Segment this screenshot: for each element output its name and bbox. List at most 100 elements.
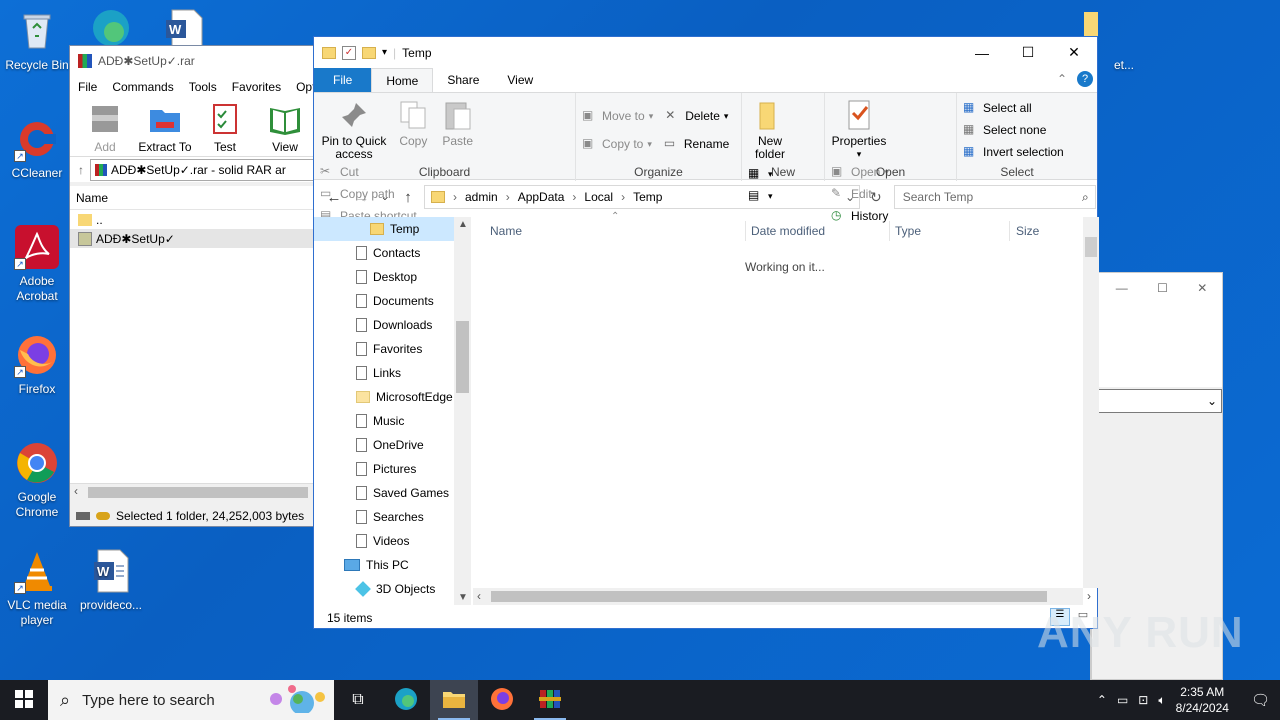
help-icon[interactable]: ? xyxy=(1077,71,1093,87)
close-icon[interactable]: ✕ xyxy=(1197,281,1207,295)
list-item[interactable]: ADĐ✱SetUp✓ xyxy=(70,229,318,248)
horizontal-scrollbar[interactable]: ‹ xyxy=(70,483,318,500)
column-header-size[interactable]: Size xyxy=(1016,224,1039,238)
breadcrumb-local[interactable]: Local xyxy=(584,190,613,204)
notifications-icon[interactable]: 🗨︎ xyxy=(1251,691,1270,709)
invert-selection-button[interactable]: ▦ Invert selection xyxy=(963,141,1071,163)
select-all-button[interactable]: ▦ Select all xyxy=(963,97,1071,119)
edit-button[interactable]: ✎ Edit xyxy=(831,183,889,205)
nav-item-desktop[interactable]: Desktop xyxy=(314,265,471,289)
horizontal-scrollbar[interactable]: ‹ › xyxy=(473,588,1091,605)
address-bar[interactable]: › admin › AppData › Local › Temp ⌄ xyxy=(424,185,860,209)
paste-button[interactable]: Paste xyxy=(439,97,477,148)
chevron-left-icon[interactable]: ‹ xyxy=(477,589,481,603)
desktop-icon-adobe-acrobat[interactable]: ↗ Adobe Acrobat xyxy=(0,224,74,304)
pin-to-quick-access-button[interactable]: Pin to Quick access xyxy=(320,97,388,161)
column-header-type[interactable]: Type xyxy=(895,224,921,238)
taskbar-firefox-button[interactable] xyxy=(478,680,526,720)
ethernet-icon[interactable]: ⊡ xyxy=(1138,693,1148,707)
task-view-button[interactable]: ⧉ xyxy=(334,680,382,720)
desktop-icon-provideco[interactable]: W provideco... xyxy=(74,548,148,613)
scrollbar-thumb[interactable] xyxy=(456,321,469,393)
column-header-date-modified[interactable]: Date modified xyxy=(751,224,825,238)
close-button[interactable]: ✕ xyxy=(1051,37,1097,68)
nav-item-videos[interactable]: Videos xyxy=(314,529,471,553)
column-header-name[interactable]: Name xyxy=(490,224,522,238)
nav-item-documents[interactable]: Documents xyxy=(314,289,471,313)
taskbar-search[interactable]: ⌕ Type here to search xyxy=(48,680,334,720)
desktop-icon-google-chrome[interactable]: Google Chrome xyxy=(0,440,74,520)
winrar-test-button[interactable]: Test xyxy=(198,102,252,156)
desktop-icon-recycle-bin[interactable]: Recycle Bin xyxy=(0,8,74,73)
nav-item-temp[interactable]: Temp xyxy=(314,217,471,241)
rename-button[interactable]: ▭ Rename xyxy=(664,133,729,155)
network-icon[interactable]: ▭ xyxy=(1117,693,1128,707)
winrar-menu-commands[interactable]: Commands xyxy=(112,80,173,94)
word-doc-icon[interactable]: W xyxy=(164,8,204,47)
collapse-ribbon-icon[interactable]: ⌃ xyxy=(1057,72,1067,86)
maximize-button[interactable]: ☐ xyxy=(1005,37,1051,68)
select-none-button[interactable]: ▦ Select none xyxy=(963,119,1071,141)
tab-share[interactable]: Share xyxy=(433,68,493,92)
breadcrumb-admin[interactable]: admin xyxy=(465,190,498,204)
winrar-extract-button[interactable]: Extract To xyxy=(138,102,192,156)
desktop-icon-vlc[interactable]: ↗ VLC media player xyxy=(0,548,74,628)
vertical-scrollbar[interactable]: ▲ ▼ xyxy=(454,217,471,605)
maximize-icon[interactable]: ☐ xyxy=(1157,281,1168,295)
desktop-icon-ccleaner[interactable]: ↗ CCleaner xyxy=(0,116,74,181)
chevron-left-icon[interactable]: ‹ xyxy=(74,484,78,498)
winrar-add-button[interactable]: Add xyxy=(78,102,132,156)
breadcrumb-appdata[interactable]: AppData xyxy=(518,190,565,204)
nav-item-links[interactable]: Links xyxy=(314,361,471,385)
nav-item-microsoftedge[interactable]: MicrosoftEdge xyxy=(314,385,471,409)
easy-access-button[interactable]: ▤ ▾ xyxy=(748,185,773,207)
minimize-icon[interactable]: — xyxy=(1116,281,1128,295)
winrar-menu-tools[interactable]: Tools xyxy=(189,80,217,94)
copy-path-button[interactable]: ▭ Copy path xyxy=(320,183,417,205)
winrar-menu-file[interactable]: File xyxy=(78,80,97,94)
search-input[interactable]: Search Temp ⌕ xyxy=(893,185,1096,209)
background-window-dropdown[interactable]: ⌄ xyxy=(1091,389,1222,413)
nav-item-pictures[interactable]: Pictures xyxy=(314,457,471,481)
taskbar-edge-button[interactable] xyxy=(382,680,430,720)
breadcrumb-temp[interactable]: Temp xyxy=(633,190,662,204)
delete-button[interactable]: ✕ Delete ▾ xyxy=(665,105,728,127)
nav-item-saved-games[interactable]: Saved Games xyxy=(314,481,471,505)
taskbar-file-explorer-button[interactable] xyxy=(430,680,478,720)
nav-item-3d-objects[interactable]: 3D Objects xyxy=(314,577,471,601)
chevron-up-icon[interactable]: ▲ xyxy=(458,219,468,230)
winrar-view-button[interactable]: View xyxy=(258,102,312,156)
scrollbar-thumb[interactable] xyxy=(491,591,1047,602)
new-folder-icon[interactable] xyxy=(362,46,376,59)
start-button[interactable] xyxy=(0,680,48,720)
scrollbar-thumb[interactable] xyxy=(1085,237,1097,257)
tab-view[interactable]: View xyxy=(493,68,547,92)
winrar-column-header[interactable]: Name xyxy=(70,186,318,210)
nav-item-onedrive[interactable]: OneDrive xyxy=(314,433,471,457)
nav-item-this-pc[interactable]: This PC xyxy=(314,553,471,577)
properties-check-icon[interactable]: ✓ xyxy=(342,45,356,60)
copy-button[interactable]: Copy xyxy=(395,97,431,148)
tab-home[interactable]: Home xyxy=(371,68,434,92)
new-folder-button[interactable]: New folder xyxy=(748,97,792,161)
nav-item-downloads[interactable]: Downloads xyxy=(314,313,471,337)
copy-to-button[interactable]: ▣ Copy to ▾ xyxy=(582,133,652,155)
nav-item-searches[interactable]: Searches xyxy=(314,505,471,529)
nav-item-contacts[interactable]: Contacts xyxy=(314,241,471,265)
tab-file[interactable]: File xyxy=(314,68,372,92)
up-arrow-icon[interactable]: ↑ xyxy=(78,163,84,177)
edge-icon[interactable] xyxy=(88,6,134,46)
scrollbar-thumb[interactable] xyxy=(88,487,308,498)
chevron-right-icon[interactable]: › xyxy=(1087,589,1091,603)
taskbar-winrar-button[interactable] xyxy=(526,680,574,720)
quick-access-dropdown-icon[interactable]: ▾ xyxy=(382,47,387,58)
properties-button[interactable]: Properties ▾ xyxy=(831,97,887,161)
chevron-up-icon[interactable]: ⌃ xyxy=(1097,693,1107,707)
vertical-scrollbar[interactable] xyxy=(1083,217,1099,588)
desktop-icon-firefox[interactable]: ↗ Firefox xyxy=(0,332,74,397)
list-item[interactable]: .. xyxy=(70,210,318,229)
clock[interactable]: 2:35 AM 8/24/2024 xyxy=(1176,684,1229,716)
minimize-button[interactable]: — xyxy=(959,37,1005,68)
nav-item-favorites[interactable]: Favorites xyxy=(314,337,471,361)
move-to-button[interactable]: ▣ Move to ▾ xyxy=(582,105,653,127)
